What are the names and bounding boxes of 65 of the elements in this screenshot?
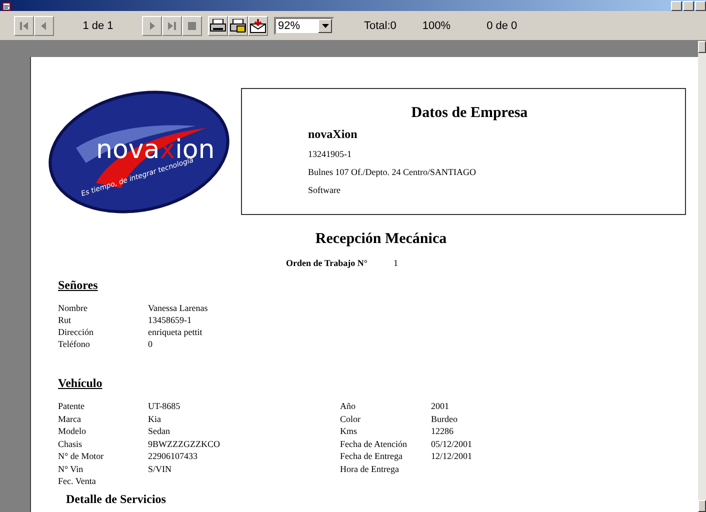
field-value: 22906107433	[148, 450, 198, 462]
field-label: Fecha de Entrega	[340, 450, 404, 462]
company-heading: Datos de Empresa	[410, 105, 529, 122]
company-name: novaXion	[308, 127, 358, 142]
order-number: 1	[394, 258, 398, 268]
first-page-icon	[19, 20, 29, 30]
match-count: 0 de 0	[486, 20, 518, 32]
company-line: Software	[308, 184, 342, 196]
field-label: Marca	[58, 412, 82, 425]
last-page-icon	[167, 20, 177, 30]
zoom-percent: 100%	[422, 20, 451, 32]
field-label: Fec. Venta	[58, 475, 97, 488]
field-label: N° Vin	[58, 462, 84, 475]
printer-setup-icon	[230, 18, 246, 32]
close-button[interactable]	[695, 0, 706, 10]
field-value: enriqueta pettit	[148, 326, 204, 338]
field-value: Burdeo	[431, 412, 458, 425]
previous-icon	[39, 20, 49, 30]
print-button[interactable]	[208, 16, 228, 36]
zoom-select[interactable]: 92%	[274, 16, 334, 34]
field-value: 05/12/2001	[431, 438, 474, 450]
field-label: Rut	[58, 314, 72, 326]
field-label: Fecha de Atención	[340, 438, 408, 450]
field-value: 12/12/2001	[431, 450, 474, 462]
field-value: Sedan	[148, 425, 171, 438]
field-label: Patente	[58, 400, 86, 412]
field-value: 2001	[431, 400, 450, 412]
company-rut: 13241905-1	[308, 148, 352, 160]
field-value: Kia	[148, 412, 162, 425]
field-value: Vanessa Larenas	[148, 302, 209, 314]
stop-icon	[188, 22, 196, 30]
field-label: Kms	[340, 425, 358, 438]
field-value: 12286	[431, 425, 454, 438]
field-label: Chasis	[58, 438, 84, 450]
dropdown-arrow-icon	[322, 24, 328, 28]
print-setup-button[interactable]	[228, 16, 248, 36]
company-address: Bulnes 107 Of./Depto. 24 Centro/SANTIAGO	[308, 166, 477, 178]
field-label: Hora de Entrega	[340, 462, 400, 475]
field-label: Teléfono	[58, 338, 91, 350]
field-label: Nombre	[58, 302, 88, 314]
section-heading: Señores	[58, 278, 99, 293]
printer-icon	[210, 18, 226, 32]
report-title: Recepción Mecánica	[314, 231, 448, 248]
field-label: Color	[340, 412, 362, 425]
export-button[interactable]	[248, 16, 268, 36]
section-heading: Vehículo	[58, 376, 104, 391]
field-value: S/VIN	[148, 462, 173, 475]
field-label: Modelo	[58, 425, 87, 438]
field-value: UT-8685	[148, 400, 182, 412]
envelope-export-icon	[250, 18, 266, 32]
page-indicator: 1 de 1	[82, 20, 114, 32]
field-label: N° de Motor	[58, 450, 105, 462]
field-label: Dirección	[58, 326, 94, 338]
field-value: 0	[148, 338, 154, 350]
field-value: 9BWZZZGZZKCO	[148, 438, 221, 450]
field-value: 13458659-1	[148, 314, 192, 326]
field-label: Año	[340, 400, 356, 412]
minimize-button[interactable]	[671, 0, 682, 10]
next-icon	[147, 20, 157, 30]
restore-button[interactable]	[683, 0, 694, 10]
vertical-scrollbar[interactable]	[698, 41, 706, 512]
total-count: Total:0	[364, 20, 396, 32]
order-label: Orden de Trabajo N°	[286, 258, 368, 268]
section-heading: Detalle de Servicios	[66, 492, 167, 506]
app-icon	[2, 0, 12, 10]
